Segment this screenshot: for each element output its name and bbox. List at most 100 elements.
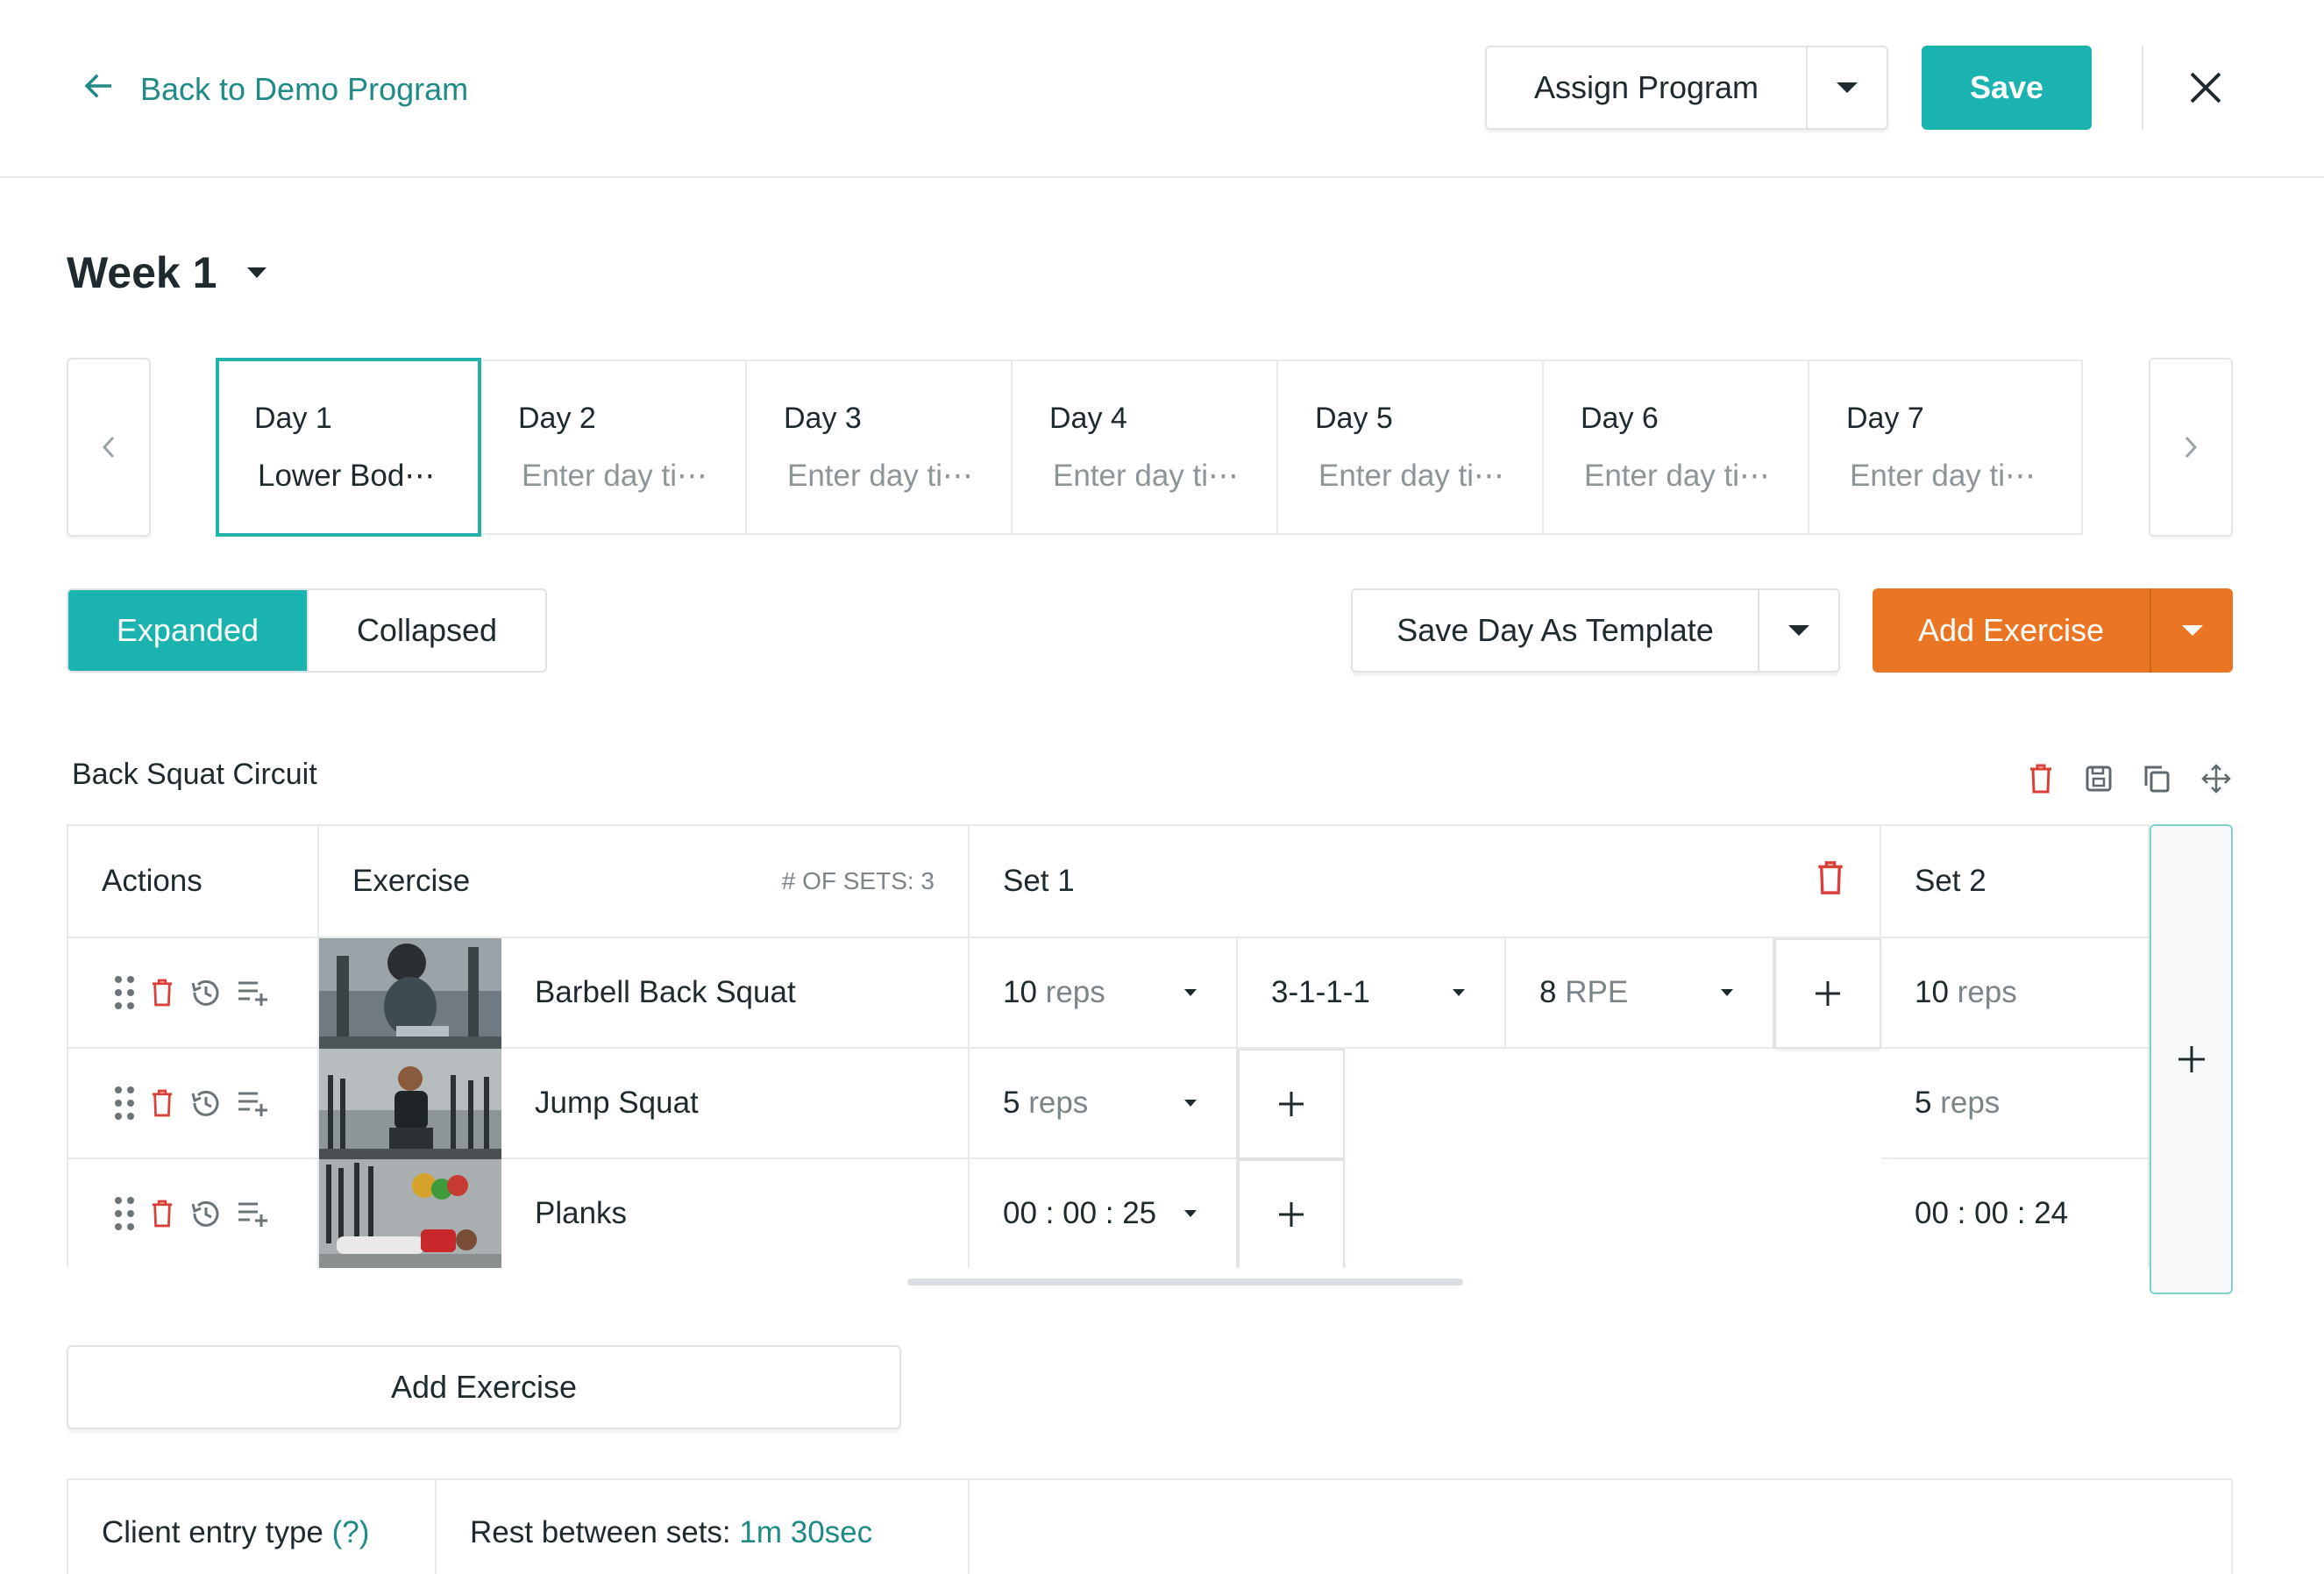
drag-handle-icon[interactable] — [114, 1196, 135, 1231]
set1-reps-select[interactable]: 5 reps — [970, 1049, 1238, 1159]
save-circuit-button[interactable] — [2081, 759, 2116, 798]
day-tab-5[interactable]: Day 5 Enter day ti⋯ — [1278, 361, 1544, 533]
circuit-title: Back Squat Circuit — [72, 758, 317, 791]
add-exercise-to-circuit-button[interactable]: Add Exercise — [67, 1345, 901, 1429]
client-entry-type[interactable]: Client entry type (?) — [68, 1480, 437, 1574]
help-link[interactable]: (?) — [332, 1515, 370, 1549]
collapsed-toggle[interactable]: Collapsed — [307, 590, 545, 671]
delete-set-button[interactable] — [1816, 860, 1844, 903]
assign-program-group: Assign Program — [1485, 46, 1888, 130]
day-title-placeholder[interactable]: Enter day ti⋯ — [1053, 459, 1276, 494]
horizontal-scrollbar[interactable] — [907, 1278, 1463, 1286]
move-circuit-button[interactable] — [2199, 759, 2234, 798]
day-tab-1[interactable]: Day 1 Lower Bod⋯ — [216, 358, 481, 537]
view-toggle: Expanded Collapsed — [67, 588, 547, 673]
day-title-placeholder[interactable]: Enter day ti⋯ — [1584, 459, 1808, 494]
save-day-template-button[interactable]: Save Day As Template — [1353, 590, 1758, 671]
set1-header: Set 1 — [970, 826, 1881, 938]
back-to-program-link[interactable]: Back to Demo Program — [81, 63, 468, 116]
reps-number: 5 — [1915, 1086, 1932, 1120]
caret-down-icon — [1721, 989, 1733, 996]
set2-reps-select[interactable]: 10 reps — [1881, 938, 2148, 1049]
day-title-placeholder[interactable]: Enter day ti⋯ — [787, 459, 1011, 494]
close-button[interactable] — [2179, 61, 2232, 114]
day-label: Day 7 — [1846, 402, 1924, 435]
set2-time-select[interactable]: 00 : 00 : 24 — [1881, 1159, 2148, 1268]
add-parameter-button[interactable] — [1238, 1159, 1345, 1268]
day-label: Day 2 — [518, 402, 596, 435]
add-parameter-button[interactable] — [1774, 938, 1881, 1049]
add-exercise-group: Add Exercise — [1873, 588, 2233, 673]
trash-icon[interactable] — [151, 979, 174, 1007]
add-note-icon[interactable] — [237, 1090, 268, 1116]
table-row: Jump Squat 5 reps 5 reps — [68, 1049, 2148, 1159]
day-tab-2[interactable]: Day 2 Enter day ti⋯ — [481, 361, 747, 533]
rpe-unit: RPE — [1565, 975, 1629, 1009]
reps-value: 5 reps — [1003, 1086, 1088, 1121]
day-title-placeholder[interactable]: Enter day ti⋯ — [522, 459, 745, 494]
add-note-icon[interactable] — [237, 1200, 268, 1227]
history-icon[interactable] — [189, 1088, 221, 1118]
row-actions — [68, 1159, 319, 1268]
assign-program-button[interactable]: Assign Program — [1487, 47, 1806, 128]
add-set-button[interactable] — [2150, 824, 2233, 1294]
plus-icon — [2178, 1046, 2205, 1072]
add-note-icon[interactable] — [237, 979, 268, 1006]
day-tab-7[interactable]: Day 7 Enter day ti⋯ — [1809, 361, 2075, 533]
expanded-toggle[interactable]: Expanded — [68, 590, 307, 671]
day-label: Day 5 — [1315, 402, 1393, 435]
add-parameter-button[interactable] — [1238, 1049, 1345, 1159]
rest-value[interactable]: 1m 30sec — [739, 1515, 872, 1549]
client-entry-label: Client entry type — [102, 1515, 323, 1549]
history-icon[interactable] — [189, 1199, 221, 1229]
days-next-button[interactable] — [2149, 358, 2233, 537]
add-exercise-button[interactable]: Add Exercise — [1873, 588, 2150, 673]
exercise-header: Exercise # OF SETS: 3 — [319, 826, 970, 938]
rpe-number: 8 — [1539, 975, 1557, 1009]
day-tab-4[interactable]: Day 4 Enter day ti⋯ — [1013, 361, 1278, 533]
row-actions — [68, 1049, 319, 1159]
day-tab-3[interactable]: Day 3 Enter day ti⋯ — [747, 361, 1013, 533]
assign-program-dropdown[interactable] — [1806, 47, 1887, 128]
days-prev-button[interactable] — [67, 358, 151, 537]
exercise-name[interactable]: Jump Squat — [501, 1049, 970, 1159]
exercise-thumbnail[interactable] — [319, 1159, 501, 1268]
rest-label: Rest between sets: — [470, 1515, 731, 1549]
set1-tempo-select[interactable]: 3-1-1-1 — [1238, 938, 1506, 1049]
drag-handle-icon[interactable] — [114, 1086, 135, 1121]
exercise-name[interactable]: Planks — [501, 1159, 970, 1268]
reps-number: 5 — [1003, 1086, 1020, 1120]
day-tab-6[interactable]: Day 6 Enter day ti⋯ — [1544, 361, 1809, 533]
caret-down-icon — [1184, 1100, 1197, 1107]
set2-reps-select[interactable]: 5 reps — [1881, 1049, 2148, 1159]
add-exercise-dropdown[interactable] — [2150, 588, 2233, 673]
duplicate-circuit-button[interactable] — [2139, 759, 2174, 798]
history-icon[interactable] — [189, 978, 221, 1008]
caret-down-icon — [247, 267, 267, 278]
week-selector[interactable]: Week 1 — [67, 247, 267, 298]
exercise-header-label: Exercise — [352, 864, 471, 898]
exercise-thumbnail[interactable] — [319, 938, 501, 1049]
circuit-grid: Actions Exercise # OF SETS: 3 Set 1 Set … — [67, 824, 2150, 1268]
plus-icon — [1279, 1092, 1304, 1116]
day-title-placeholder[interactable]: Enter day ti⋯ — [1318, 459, 1542, 494]
plus-icon — [1279, 1202, 1304, 1227]
chevron-left-icon — [102, 436, 115, 459]
drag-handle-icon[interactable] — [114, 975, 135, 1010]
trash-icon[interactable] — [151, 1089, 174, 1117]
trash-icon — [1818, 860, 1843, 894]
save-button[interactable]: Save — [1922, 46, 2092, 130]
reps-number: 10 — [1003, 975, 1037, 1009]
save-template-dropdown[interactable] — [1758, 590, 1838, 671]
set1-reps-select[interactable]: 10 reps — [970, 938, 1238, 1049]
day-title[interactable]: Lower Bod⋯ — [258, 459, 478, 494]
day-title-placeholder[interactable]: Enter day ti⋯ — [1850, 459, 2075, 494]
set1-rpe-select[interactable]: 8 RPE — [1506, 938, 1774, 1049]
delete-circuit-button[interactable] — [2023, 759, 2058, 798]
exercise-thumbnail[interactable] — [319, 1049, 501, 1159]
trash-icon[interactable] — [151, 1200, 174, 1228]
rest-between-sets[interactable]: Rest between sets: 1m 30sec — [437, 1480, 970, 1574]
exercise-name[interactable]: Barbell Back Squat — [501, 938, 970, 1049]
set1-time-select[interactable]: 00 : 00 : 25 — [970, 1159, 1238, 1268]
set2-header: Set 2 — [1881, 826, 2148, 938]
